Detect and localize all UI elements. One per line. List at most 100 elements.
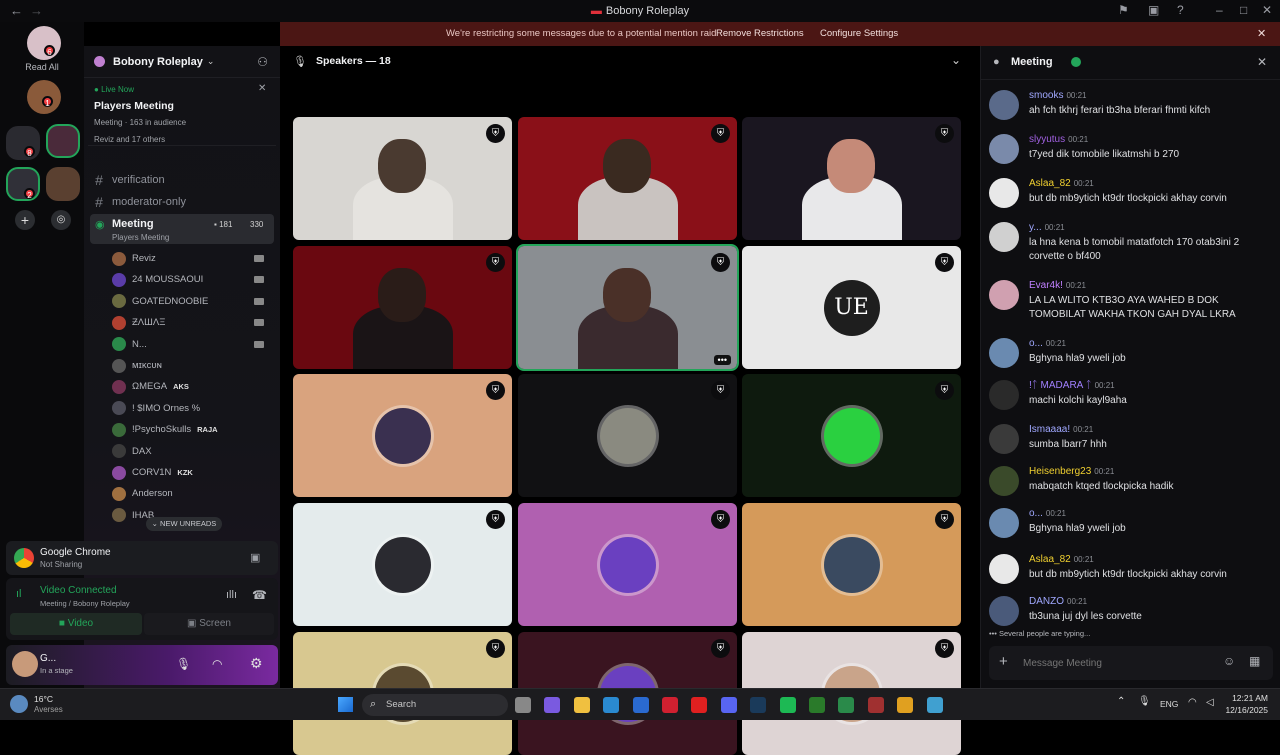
member-list-item[interactable]: Anderson [112, 485, 272, 502]
member-list-item[interactable]: ΩMEGA AKS [112, 378, 272, 395]
member-list-item[interactable]: DAX [112, 443, 272, 460]
avatar[interactable] [989, 554, 1019, 584]
member-list-item[interactable]: ƵΛШΛΞ [112, 314, 272, 331]
add-server-icon[interactable]: + [15, 210, 35, 230]
member-list-item[interactable]: 24 MOUSSAOUI [112, 271, 272, 288]
emoji-icon[interactable]: ☺ [1223, 654, 1235, 668]
invite-icon[interactable]: ⚇ [257, 55, 268, 69]
speaker-avatar-tile[interactable]: ⛨ [742, 503, 961, 626]
language-indicator[interactable]: ENG [1160, 699, 1178, 709]
copilot-icon[interactable] [544, 697, 561, 713]
clock-time[interactable]: 12:21 AM [1224, 693, 1268, 703]
clock-date[interactable]: 12/16/2025 [1224, 705, 1268, 715]
speaker-video-tile[interactable]: ⛨ ••• [516, 244, 739, 371]
wifi-icon[interactable]: ◠ [1188, 697, 1197, 708]
chevron-up-icon[interactable]: ⌃ [1117, 696, 1125, 707]
terminal-icon[interactable] [838, 697, 855, 713]
video-button[interactable]: ■ Video [10, 613, 142, 635]
apps-icon[interactable]: ▦ [1249, 654, 1260, 668]
channel-verification[interactable]: # verification [90, 170, 274, 190]
direct-messages-icon[interactable] [27, 26, 61, 60]
avatar[interactable] [989, 466, 1019, 496]
member-list-item[interactable]: Reviz [112, 250, 272, 267]
speaker-avatar-tile[interactable]: ⛨ [293, 503, 512, 626]
member-list-item[interactable]: CORV1N KZK [112, 464, 272, 481]
server-folder-icon[interactable] [6, 126, 40, 160]
avatar[interactable] [989, 424, 1019, 454]
member-list-item[interactable]: ! $IMO Ornes % [112, 400, 272, 417]
store-icon[interactable] [632, 697, 649, 713]
speaker-video-tile[interactable]: ⛨ [293, 246, 512, 369]
server-folder-icon[interactable] [6, 167, 40, 201]
share-screen-icon[interactable]: ▣ [250, 551, 260, 564]
member-list-item[interactable]: ᴍɪᴋᴄᴜɴ [112, 357, 272, 374]
remove-restrictions-button[interactable]: Remove Restrictions [716, 28, 804, 39]
edge-icon[interactable] [603, 697, 620, 713]
netflix-icon[interactable] [691, 697, 708, 713]
message-input[interactable] [1023, 654, 1203, 672]
speaker-video-tile[interactable]: ⛨ [742, 117, 961, 240]
windows-start-icon[interactable] [338, 697, 353, 712]
member-list-item[interactable]: !PsychoSkulls RAJA [112, 421, 272, 438]
speaker-avatar-tile[interactable]: ⛨ [742, 374, 961, 497]
xbox-icon[interactable] [809, 697, 825, 713]
screen-button[interactable]: ▣ Screen [144, 613, 274, 635]
channel-meeting-active[interactable]: ◉ Meeting Players Meeting ▪ 181 330 [90, 214, 274, 244]
close-chat-icon[interactable]: ✕ [1257, 55, 1267, 69]
noise-suppression-icon[interactable]: ıllı [226, 589, 237, 601]
channel-moderator-only[interactable]: # moderator-only [90, 192, 274, 212]
volume-icon[interactable]: ◁ [1206, 697, 1214, 708]
settings-gear-icon[interactable]: ⚙ [250, 655, 263, 672]
opera-icon[interactable] [662, 697, 678, 713]
app-icon[interactable] [867, 697, 884, 713]
discord-icon[interactable] [720, 697, 737, 713]
discover-icon[interactable]: ◎ [51, 210, 71, 230]
more-options-icon[interactable]: ••• [713, 355, 731, 365]
live-stage-card[interactable]: ● Live Now Players Meeting Meeting · 163… [88, 80, 276, 146]
avatar[interactable] [989, 222, 1019, 252]
chevron-down-icon[interactable]: ⌄ [951, 53, 961, 67]
avatar[interactable] [989, 178, 1019, 208]
speaker-avatar-tile[interactable]: UE ⛨ [742, 246, 961, 369]
speaker-video-tile[interactable]: ⛨ [518, 117, 737, 240]
configure-settings-button[interactable]: Configure Settings [820, 28, 898, 39]
avatar[interactable] [989, 338, 1019, 368]
avatar[interactable] [989, 90, 1019, 120]
close-banner-icon[interactable]: ✕ [1257, 27, 1266, 40]
minimize-button[interactable]: – [1216, 3, 1223, 17]
speaker-avatar-tile[interactable]: ⛨ [293, 374, 512, 497]
speaker-avatar-tile[interactable]: ⛨ [518, 503, 737, 626]
close-window-button[interactable]: ✕ [1262, 3, 1272, 17]
avatar[interactable] [989, 380, 1019, 410]
avatar[interactable] [989, 134, 1019, 164]
chrome-icon[interactable] [897, 697, 914, 713]
maximize-button[interactable]: □ [1240, 3, 1247, 17]
spotify-icon[interactable] [779, 697, 796, 713]
avatar[interactable] [989, 508, 1019, 538]
task-view-icon[interactable] [515, 697, 531, 713]
inbox-icon[interactable]: ▣ [1148, 3, 1159, 17]
help-icon[interactable]: ? [1177, 3, 1184, 17]
close-icon[interactable]: ✕ [258, 83, 266, 94]
server-folder-icon[interactable] [46, 167, 80, 201]
search-box[interactable]: ⌕ Search [362, 694, 508, 716]
notepad-icon[interactable] [926, 697, 943, 713]
microphone-icon[interactable]: 🎙 [1138, 696, 1151, 707]
speaker-avatar-tile[interactable]: ⛨ [518, 374, 737, 497]
file-explorer-icon[interactable] [573, 697, 590, 713]
active-server-folder-icon[interactable] [46, 124, 80, 158]
add-attachment-icon[interactable]: + [999, 653, 1008, 670]
member-list-item[interactable]: GOATEDNOOBIE [112, 293, 272, 310]
flag-icon[interactable]: ⚑ [1118, 3, 1129, 17]
steam-icon[interactable] [750, 697, 767, 713]
speaker-video-tile[interactable]: ⛨ [293, 117, 512, 240]
member-list-item[interactable]: N... [112, 336, 272, 353]
avatar[interactable] [12, 651, 38, 677]
server-header[interactable]: Bobony Roleplay ⌄ ⚇ [84, 46, 280, 78]
headphones-icon[interactable]: ◠ [212, 657, 222, 671]
avatar[interactable] [989, 280, 1019, 310]
new-unreads-pill[interactable]: ⌄ NEW UNREADS [146, 517, 222, 531]
read-all-button[interactable]: Read All [0, 62, 84, 72]
avatar[interactable] [989, 596, 1019, 626]
disconnect-icon[interactable]: ☎ [252, 588, 267, 602]
